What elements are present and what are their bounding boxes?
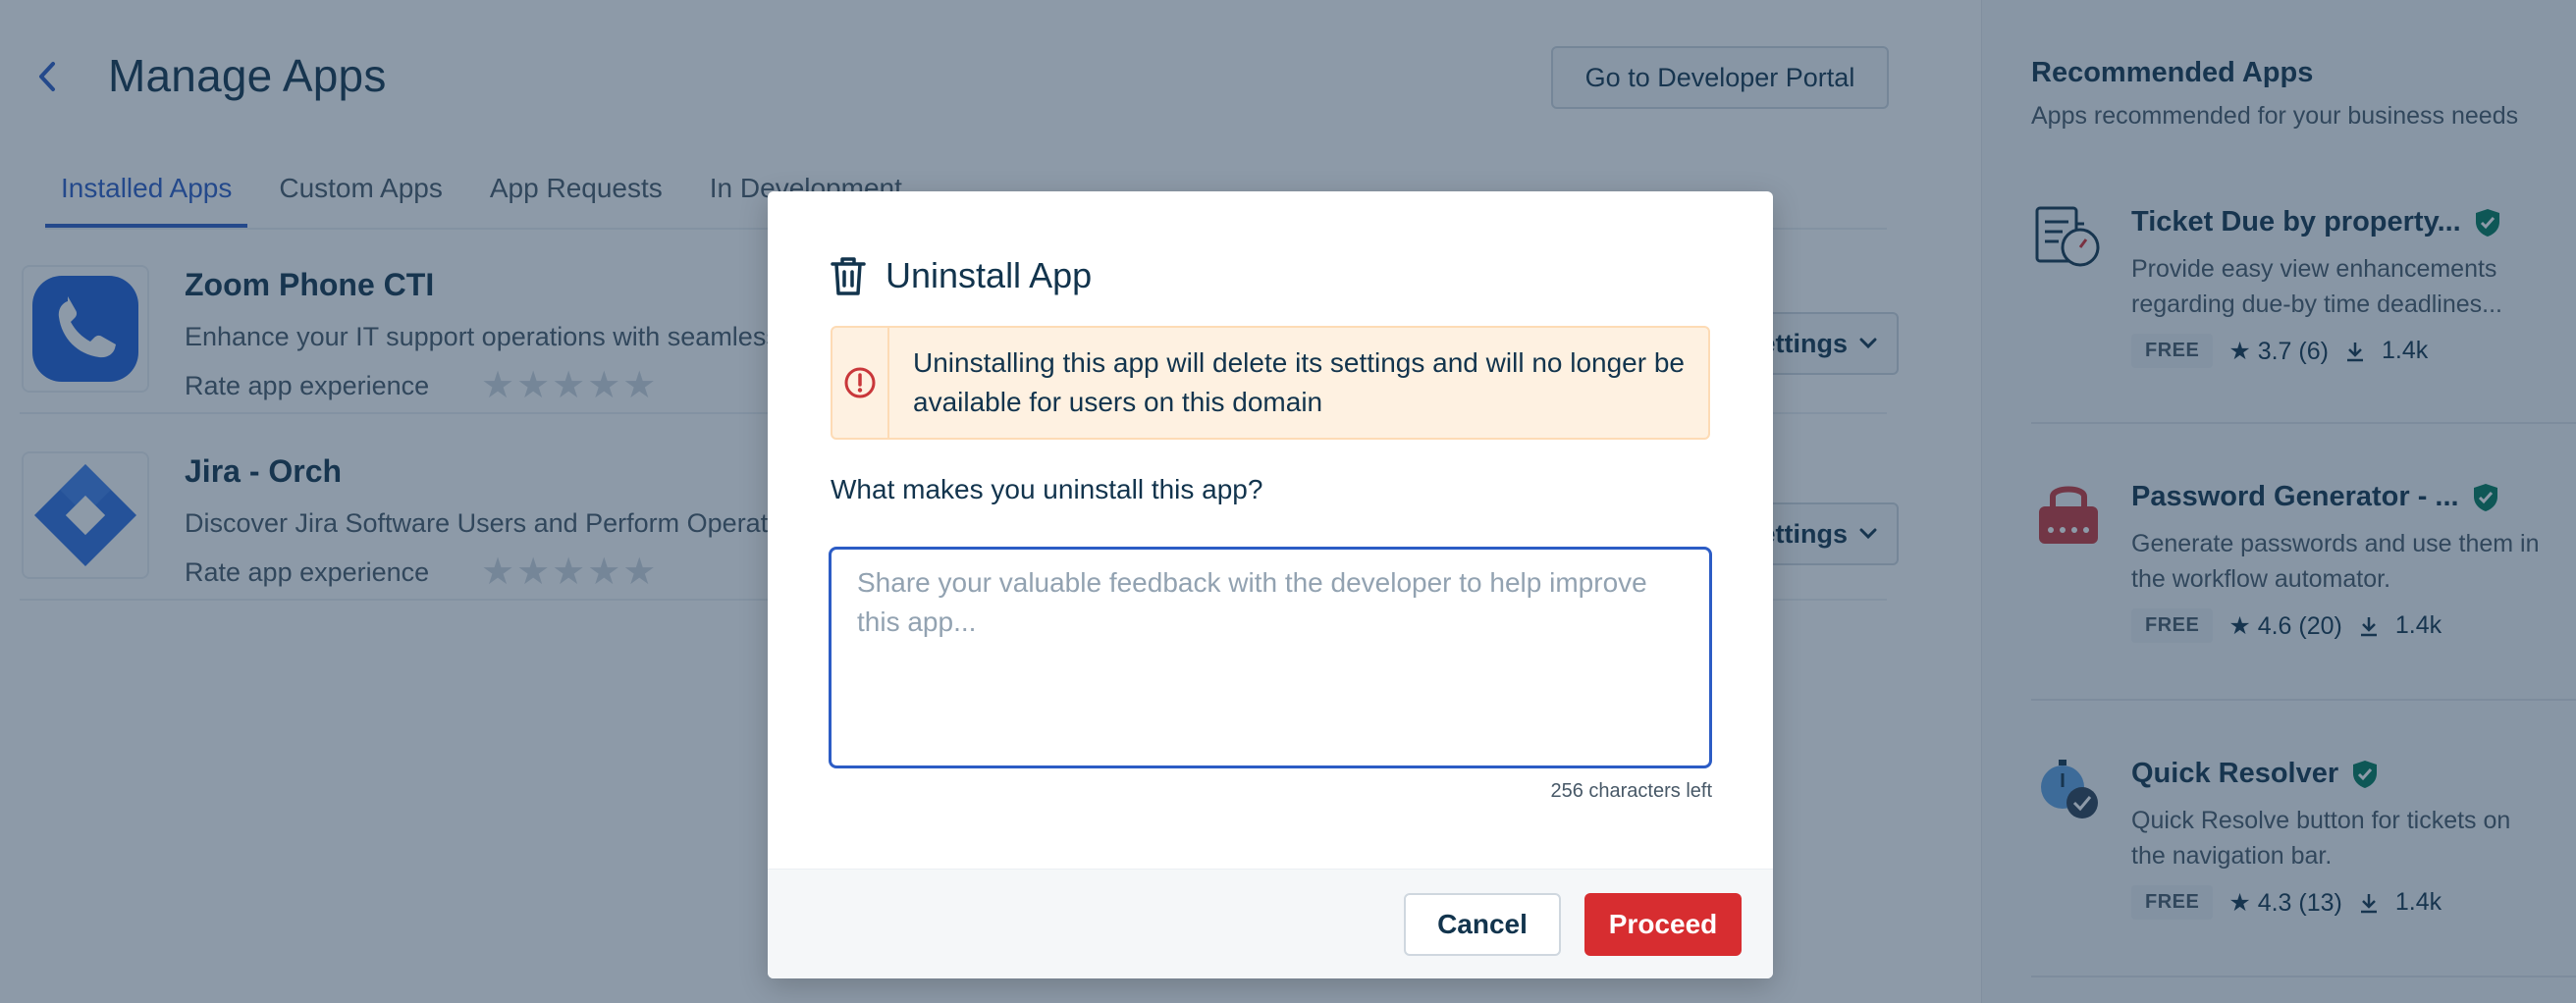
feedback-textarea[interactable] xyxy=(829,547,1712,768)
alert-circle-icon xyxy=(844,367,876,398)
trash-icon xyxy=(831,257,866,295)
warning-icon-cell xyxy=(832,328,889,438)
feedback-question: What makes you uninstall this app? xyxy=(831,474,1263,504)
warning-banner: Uninstalling this app will delete its se… xyxy=(831,326,1710,440)
dialog-title: Uninstall App xyxy=(886,255,1093,295)
character-count: 256 characters left xyxy=(1550,780,1712,802)
dialog-header: Uninstall App xyxy=(829,254,1092,297)
dialog-footer: Cancel Proceed xyxy=(768,869,1773,978)
proceed-button[interactable]: Proceed xyxy=(1584,893,1742,956)
warning-message: Uninstalling this app will delete its se… xyxy=(913,347,1685,417)
uninstall-app-dialog: Uninstall App Uninstalling this app will… xyxy=(768,191,1773,978)
cancel-button[interactable]: Cancel xyxy=(1404,893,1561,956)
